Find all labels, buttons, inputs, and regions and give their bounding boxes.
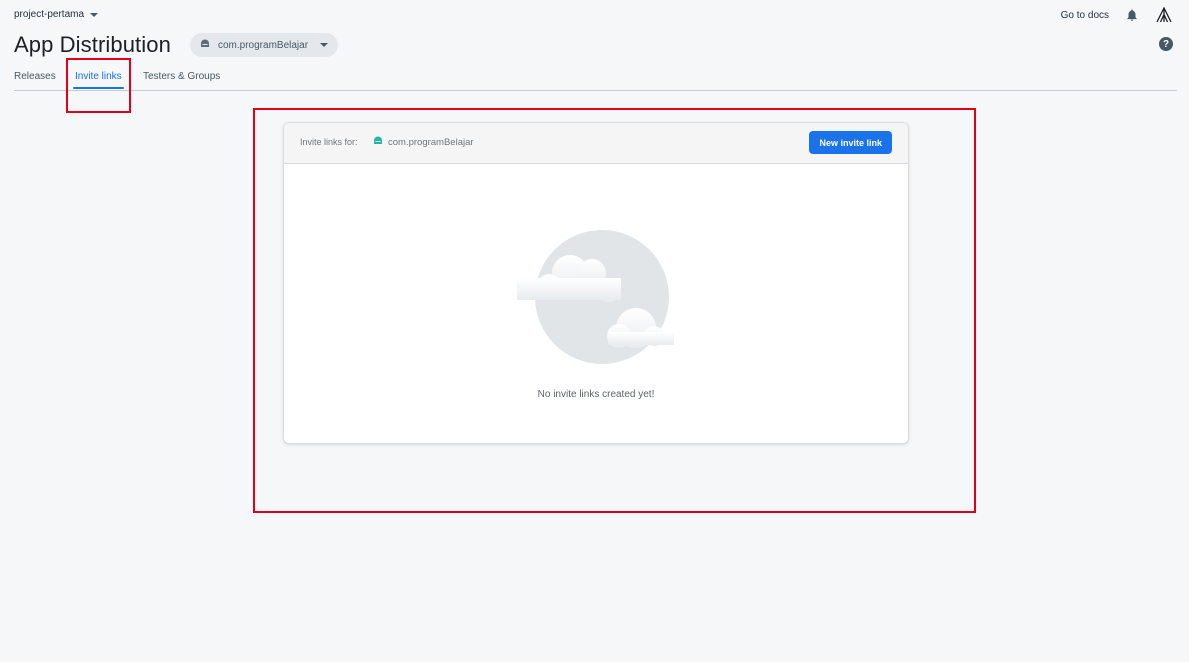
project-switcher[interactable]: project-pertama bbox=[14, 9, 99, 20]
invite-links-card: Invite links for: com.programBelajar New… bbox=[283, 122, 909, 444]
help-icon[interactable]: ? bbox=[1159, 37, 1173, 51]
new-invite-link-button[interactable]: New invite link bbox=[809, 131, 892, 154]
tab-bar: Releases Invite links Testers & Groups bbox=[14, 62, 1177, 91]
tab-invite-links[interactable]: Invite links bbox=[75, 71, 122, 82]
project-name: project-pertama bbox=[14, 9, 85, 20]
tab-releases[interactable]: Releases bbox=[14, 71, 56, 82]
card-app-name: com.programBelajar bbox=[373, 136, 474, 148]
app-selector-label: com.programBelajar bbox=[218, 39, 309, 51]
empty-state-message: No invite links created yet! bbox=[537, 389, 655, 400]
android-icon bbox=[373, 136, 383, 148]
go-to-docs-link[interactable]: Go to docs bbox=[1061, 10, 1109, 21]
app-selector[interactable]: com.programBelajar bbox=[190, 33, 339, 57]
top-right-actions: Go to docs bbox=[1061, 6, 1173, 24]
tab-testers-groups[interactable]: Testers & Groups bbox=[143, 71, 220, 82]
invite-links-for-label: Invite links for: bbox=[300, 137, 358, 147]
bell-icon[interactable] bbox=[1123, 6, 1141, 24]
chevron-down-icon bbox=[320, 43, 329, 47]
card-header: Invite links for: com.programBelajar New… bbox=[284, 123, 908, 164]
page-title: App Distribution bbox=[14, 32, 171, 57]
empty-state-illustration bbox=[517, 228, 677, 373]
chevron-down-icon bbox=[90, 12, 99, 17]
card-app-name-label: com.programBelajar bbox=[388, 136, 474, 148]
android-icon bbox=[200, 39, 210, 51]
account-logo-icon[interactable] bbox=[1155, 6, 1173, 24]
active-tab-indicator bbox=[73, 87, 124, 89]
